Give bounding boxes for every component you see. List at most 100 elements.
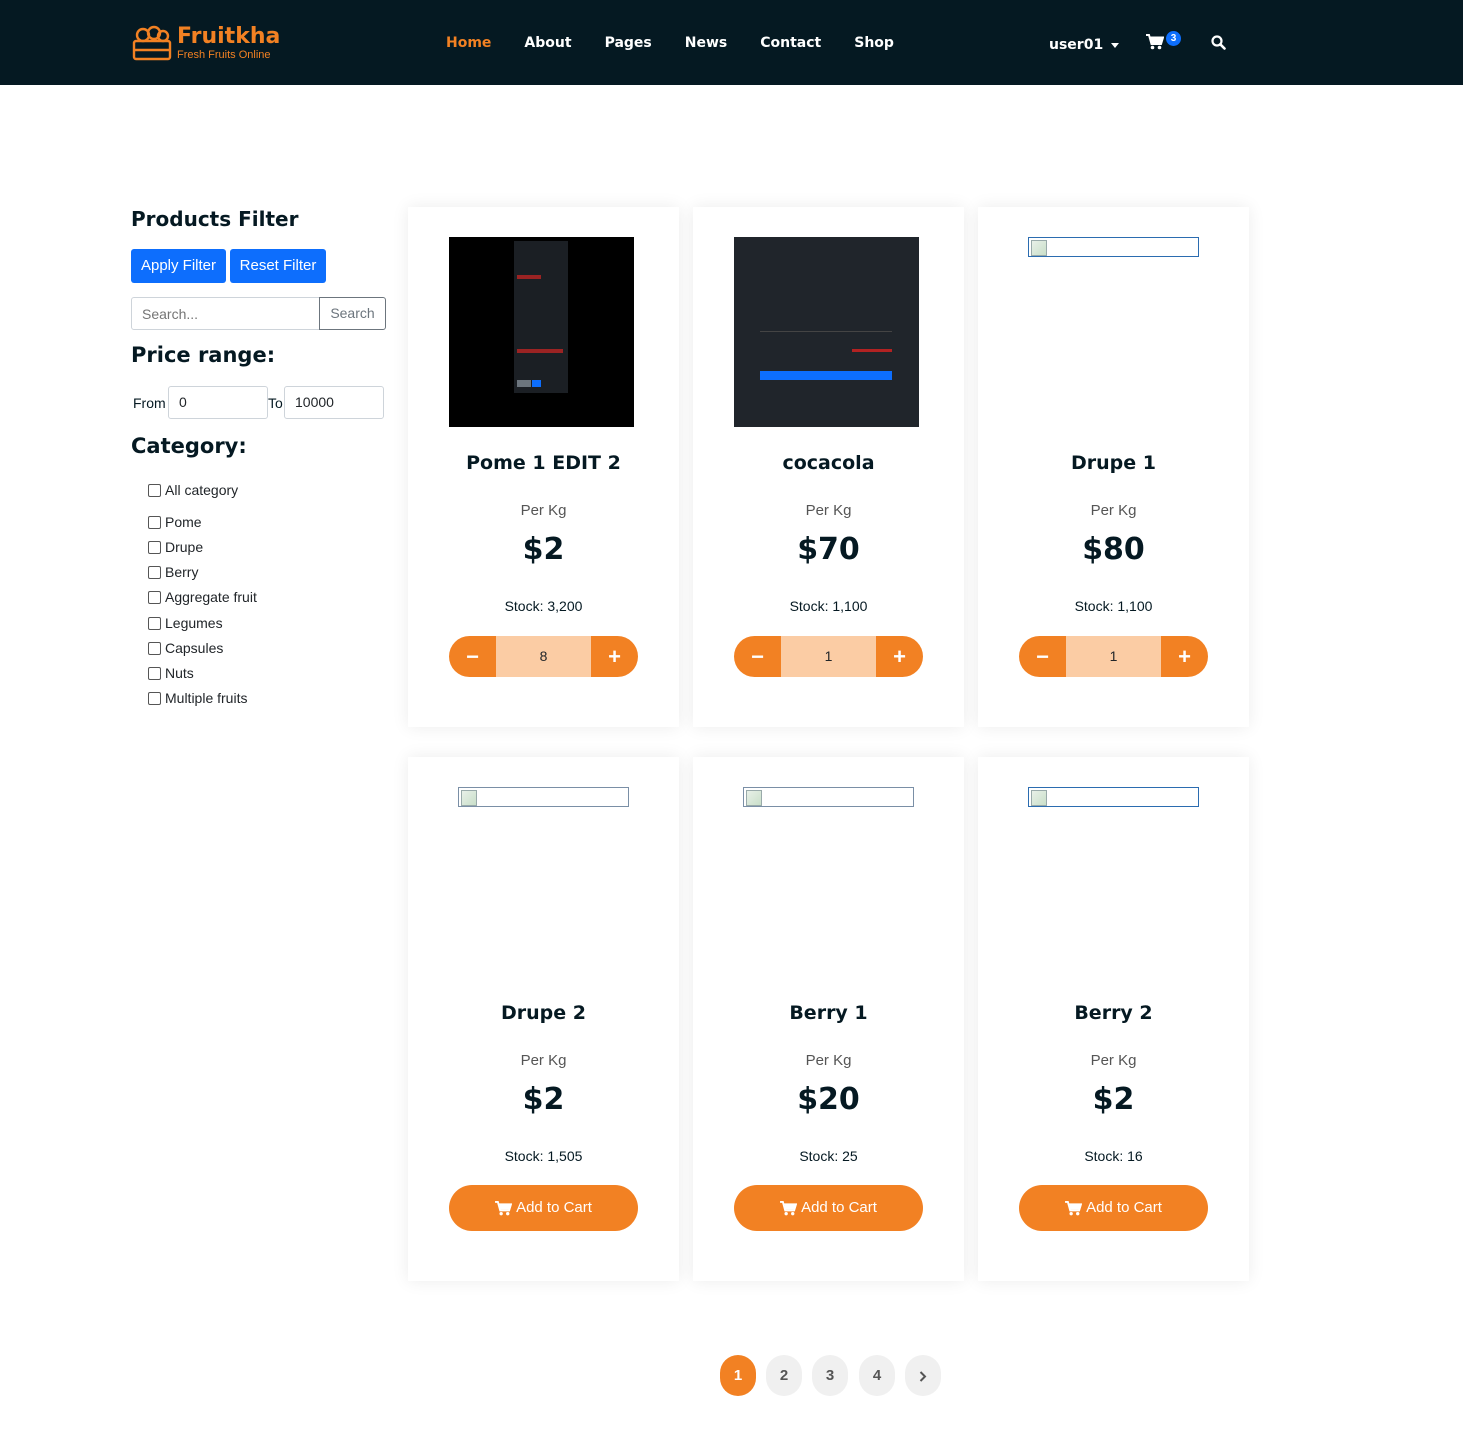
checkbox[interactable] [148,483,161,497]
page-4-button[interactable]: 4 [859,1355,895,1396]
product-card: Berry 2 Per Kg $2 Stock: 16 Add to Cart [978,757,1249,1281]
quantity-value[interactable]: 1 [781,636,876,677]
category-label: Berry [165,564,199,580]
nav-shop[interactable]: Shop [854,33,894,53]
checkbox[interactable] [148,616,161,630]
broken-image-icon[interactable] [1028,237,1199,257]
quantity-stepper: − 1 + [734,636,923,677]
fruit-basket-icon [132,25,172,61]
user-menu[interactable]: user01 [1049,35,1120,55]
brand-tagline: Fresh Fruits Online [177,49,271,61]
cart-icon [780,1200,798,1215]
category-label: Pome [165,514,202,530]
add-to-cart-button[interactable]: Add to Cart [449,1185,638,1231]
screenshot-divider [760,331,892,332]
checkbox[interactable] [148,666,161,680]
user-name: user01 [1049,37,1104,53]
category-item[interactable]: Nuts [148,664,194,682]
category-item[interactable]: All category [148,481,238,499]
product-name[interactable]: Berry 1 [693,1000,964,1026]
product-name[interactable]: Drupe 2 [408,1000,679,1026]
product-stock: Stock: 1,100 [1074,598,1153,614]
add-to-cart-label: Add to Cart [801,1199,877,1216]
category-item[interactable]: Drupe [148,538,203,556]
product-name[interactable]: Drupe 1 [978,450,1249,476]
category-label: Legumes [165,615,223,631]
search-button[interactable]: Search [319,297,386,330]
category-label: Multiple fruits [165,690,248,706]
decrease-qty-button[interactable]: − [1019,636,1066,677]
price-from-input[interactable]: 0 [168,386,268,419]
checkbox[interactable] [148,540,161,554]
checkbox[interactable] [148,515,161,529]
broken-image-icon[interactable] [1028,787,1199,807]
product-stock: Stock: 25 [799,1148,858,1164]
quantity-stepper: − 1 + [1019,636,1208,677]
product-stock: Stock: 3,200 [504,598,583,614]
checkbox[interactable] [148,590,161,604]
cart-icon [1065,1200,1083,1215]
product-name[interactable]: Pome 1 EDIT 2 [408,450,679,476]
checkbox[interactable] [148,691,161,705]
quantity-value[interactable]: 8 [496,636,591,677]
product-card: cocacola Per Kg $70 Stock: 1,100 − 1 + [693,207,964,727]
add-to-cart-button[interactable]: Add to Cart [734,1185,923,1231]
add-to-cart-label: Add to Cart [1086,1199,1162,1216]
product-stock: Stock: 16 [1084,1148,1143,1164]
category-item[interactable]: Aggregate fruit [148,588,257,606]
page-1-button[interactable]: 1 [720,1355,756,1396]
product-name[interactable]: cocacola [693,450,964,476]
product-price: $2 [522,532,565,567]
increase-qty-button[interactable]: + [876,636,923,677]
product-unit: Per Kg [1090,1052,1137,1069]
apply-filter-button[interactable]: Apply Filter [131,249,226,283]
nav-home[interactable]: Home [446,33,491,53]
category-item[interactable]: Capsules [148,639,223,657]
page-3-button[interactable]: 3 [812,1355,848,1396]
product-price: $20 [797,1082,860,1117]
category-item[interactable]: Pome [148,513,202,531]
checkbox[interactable] [148,641,161,655]
product-unit: Per Kg [805,1052,852,1069]
category-item[interactable]: Berry [148,563,198,581]
category-item[interactable]: Multiple fruits [148,689,247,707]
decrease-qty-button[interactable]: − [449,636,496,677]
site-logo[interactable]: Fruitkha Fresh Fruits Online [131,24,280,62]
product-price: $80 [1082,532,1145,567]
screenshot-dialog [514,241,568,393]
product-image[interactable] [449,237,634,427]
search-icon[interactable] [1211,35,1226,50]
decrease-qty-button[interactable]: − [734,636,781,677]
cart-count-badge: 3 [1166,31,1181,46]
next-page-button[interactable] [905,1355,941,1396]
reset-filter-button[interactable]: Reset Filter [230,249,326,283]
brand-name: Fruitkha [177,24,281,49]
add-to-cart-button[interactable]: Add to Cart [1019,1185,1208,1231]
product-image[interactable] [734,237,919,427]
broken-image-icon[interactable] [743,787,914,807]
nav-pages[interactable]: Pages [605,33,652,53]
from-label: From [133,395,166,411]
product-stock: Stock: 1,505 [504,1148,583,1164]
category-item[interactable]: Legumes [148,614,223,632]
price-to-input[interactable]: 10000 [284,386,384,419]
page-2-button[interactable]: 2 [766,1355,802,1396]
nav-about[interactable]: About [524,33,571,53]
nav-contact[interactable]: Contact [760,33,821,53]
product-card: Berry 1 Per Kg $20 Stock: 25 Add to Cart [693,757,964,1281]
quantity-value[interactable]: 1 [1066,636,1161,677]
checkbox[interactable] [148,565,161,579]
product-unit: Per Kg [805,502,852,519]
main-nav: Home About Pages News Contact Shop [446,33,927,53]
nav-news[interactable]: News [685,33,727,53]
product-name[interactable]: Berry 2 [978,1000,1249,1026]
increase-qty-button[interactable]: + [1161,636,1208,677]
cart-icon[interactable] [1146,34,1164,50]
product-card: Drupe 1 Per Kg $80 Stock: 1,100 − 1 + [978,207,1249,727]
product-price: $2 [522,1082,565,1117]
product-unit: Per Kg [520,1052,567,1069]
search-input[interactable] [131,297,320,330]
increase-qty-button[interactable]: + [591,636,638,677]
broken-image-icon[interactable] [458,787,629,807]
screenshot-error-line [517,349,563,353]
